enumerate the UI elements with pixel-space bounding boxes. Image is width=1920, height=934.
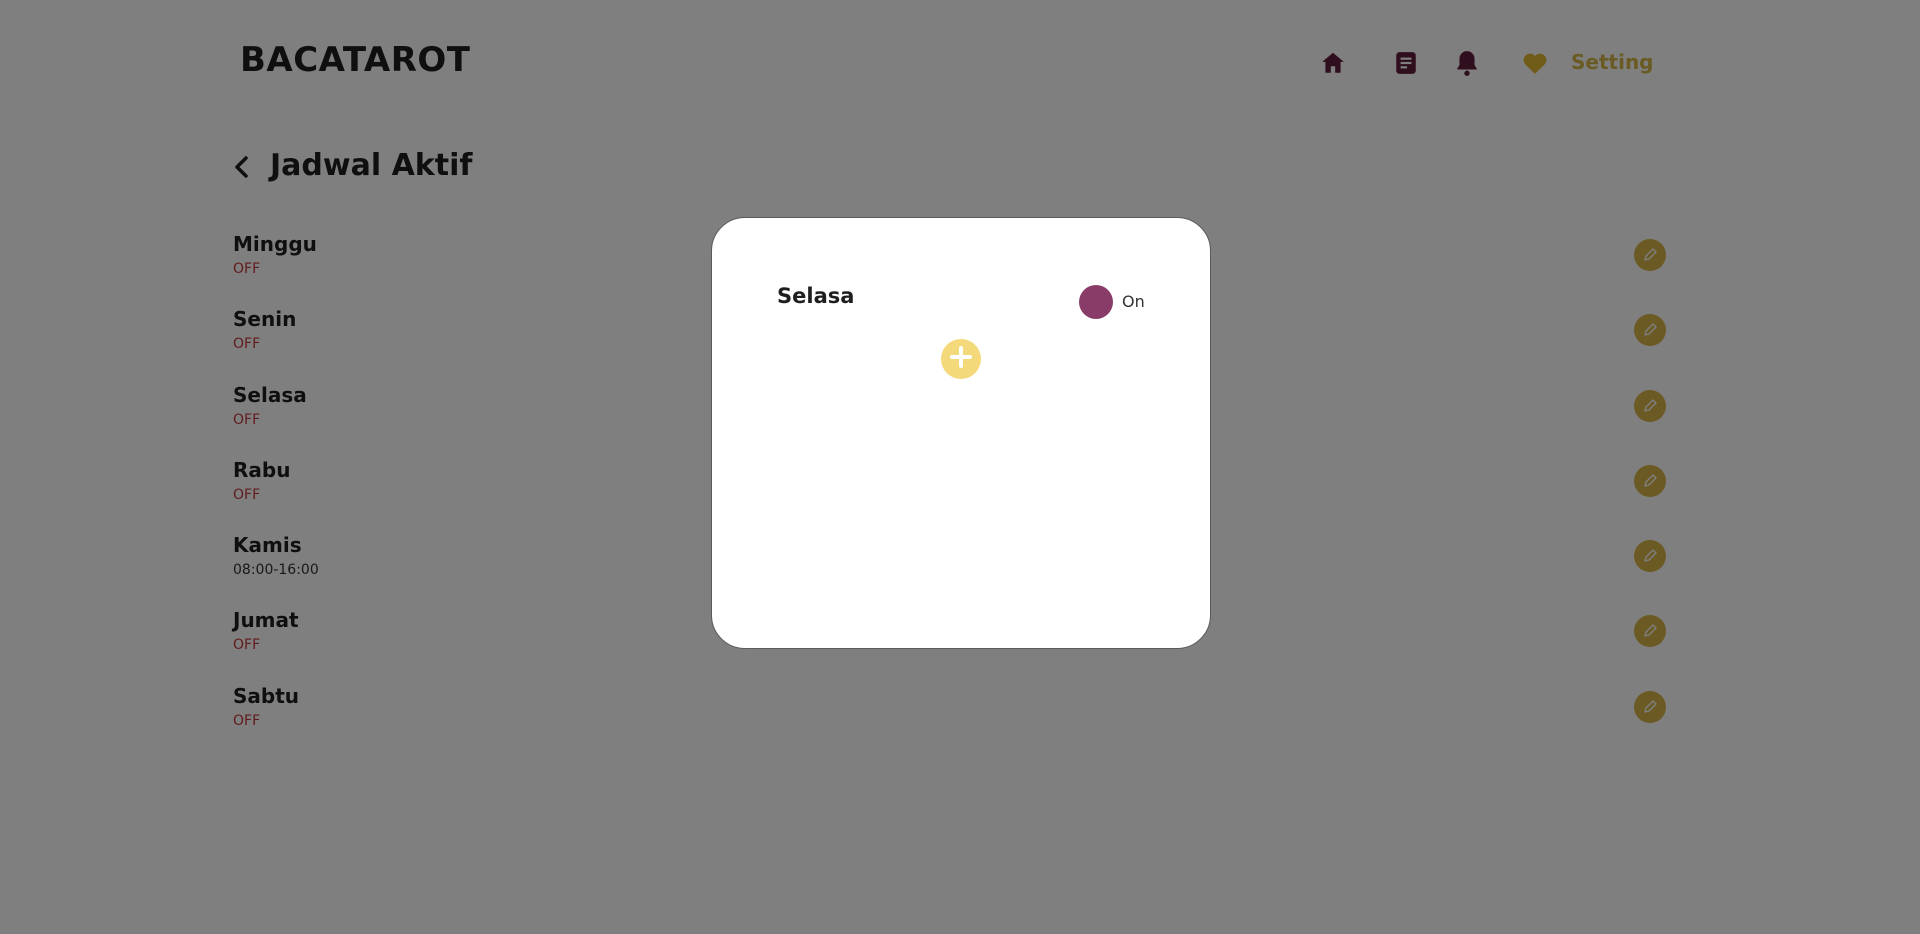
toggle-label: On (1122, 292, 1145, 311)
status-toggle[interactable] (1079, 285, 1113, 319)
schedule-edit-modal: Selasa On (711, 217, 1211, 649)
modal-title: Selasa (777, 284, 855, 308)
add-time-button[interactable] (941, 339, 981, 379)
plus-icon (947, 343, 975, 375)
